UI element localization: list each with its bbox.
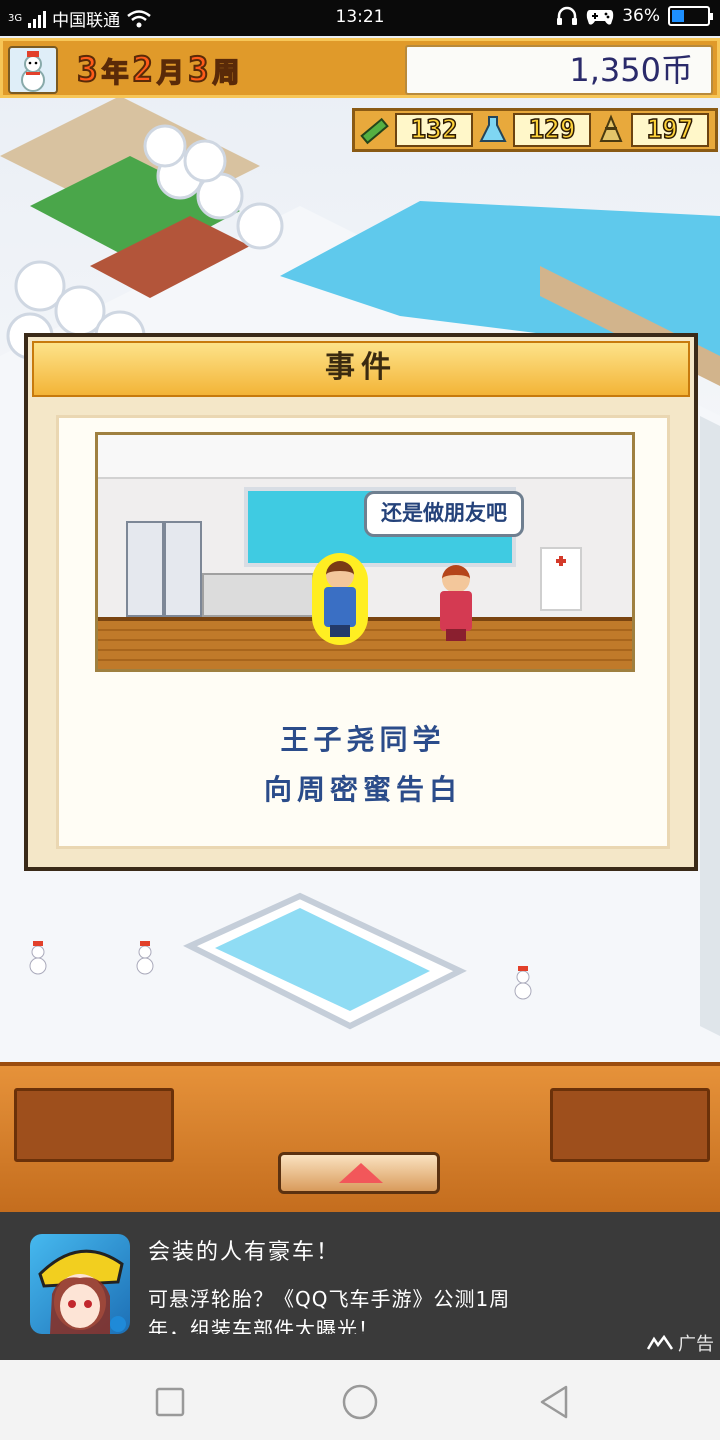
event-text-line2: 向周密蜜告白 (263, 773, 462, 806)
menu-expand-button[interactable] (278, 1152, 440, 1194)
shoe-cabinet (202, 573, 314, 617)
girl-student-sprite (434, 565, 478, 641)
status-bar: 3G 中国联通 13:21 36% (0, 0, 720, 36)
event-scene-image: 还是做朋友吧 (95, 432, 635, 672)
top-hud: 3 年 2 月 3 周 1,350币 (0, 38, 720, 98)
week-number: 3 (187, 49, 210, 91)
ad-description: 可悬浮轮胎？《QQ飞车手游》公测1周年，组装车部件大曝光！ (148, 1287, 511, 1334)
bottom-menu (0, 1062, 720, 1212)
menu-slot-left[interactable] (14, 1088, 174, 1162)
gamepad-icon (587, 10, 614, 25)
locker-right (164, 521, 202, 617)
boy-student-sprite (318, 561, 362, 637)
resource-stats[interactable]: 132 129 197 (352, 108, 718, 152)
ad-app-icon[interactable] (30, 1234, 130, 1334)
event-dialog[interactable]: 事件 还是做朋友吧 王子尧同学 向周密蜜告白 (24, 333, 698, 871)
ceiling (98, 435, 632, 479)
month-number: 2 (131, 49, 154, 91)
dialog-title: 事件 (32, 341, 690, 397)
stat-pencil: 132 (355, 111, 473, 149)
stat-value: 129 (513, 113, 591, 147)
week-unit: 周 (212, 57, 241, 90)
back-icon[interactable] (534, 1382, 574, 1422)
ad-logo-icon (646, 1335, 674, 1350)
ad-label-text: 广告 (678, 1334, 714, 1355)
bell-icon (593, 113, 629, 147)
ad-title: 会装的人有豪车！ (148, 1240, 341, 1265)
battery-icon (668, 6, 713, 26)
stat-flask: 129 (473, 111, 591, 149)
ad-banner[interactable]: 会装的人有豪车！ 可悬浮轮胎？《QQ飞车手游》公测1周年，组装车部件大曝光！ 广… (0, 1212, 720, 1360)
year-number: 3 (76, 49, 99, 91)
speech-bubble: 还是做朋友吧 (364, 491, 524, 537)
headphone-icon (557, 6, 578, 25)
month-unit: 月 (156, 57, 185, 90)
battery-percent: 36% (622, 6, 660, 26)
season-snowman-icon[interactable] (8, 46, 58, 94)
system-nav-bar (0, 1360, 720, 1440)
home-icon[interactable] (340, 1382, 380, 1422)
event-text-line1: 王子尧同学 (280, 723, 446, 756)
stat-bell: 197 (591, 111, 709, 149)
ad-label: 广告 (646, 1330, 714, 1356)
pencil-icon (357, 113, 393, 147)
dialog-content: 还是做朋友吧 王子尧同学 向周密蜜告白 (56, 415, 670, 849)
stat-value: 197 (631, 113, 709, 147)
year-unit: 年 (101, 57, 130, 90)
arrow-up-icon (339, 1163, 383, 1183)
menu-slot-right[interactable] (550, 1088, 710, 1162)
date-display: 3 年 2 月 3 周 (65, 46, 399, 94)
recent-apps-icon[interactable] (150, 1382, 190, 1422)
locker-left (126, 521, 164, 617)
money-display[interactable]: 1,350币 (405, 45, 713, 95)
flask-icon (475, 113, 511, 147)
stat-value: 132 (395, 113, 473, 147)
first-aid-cabinet (540, 547, 582, 611)
